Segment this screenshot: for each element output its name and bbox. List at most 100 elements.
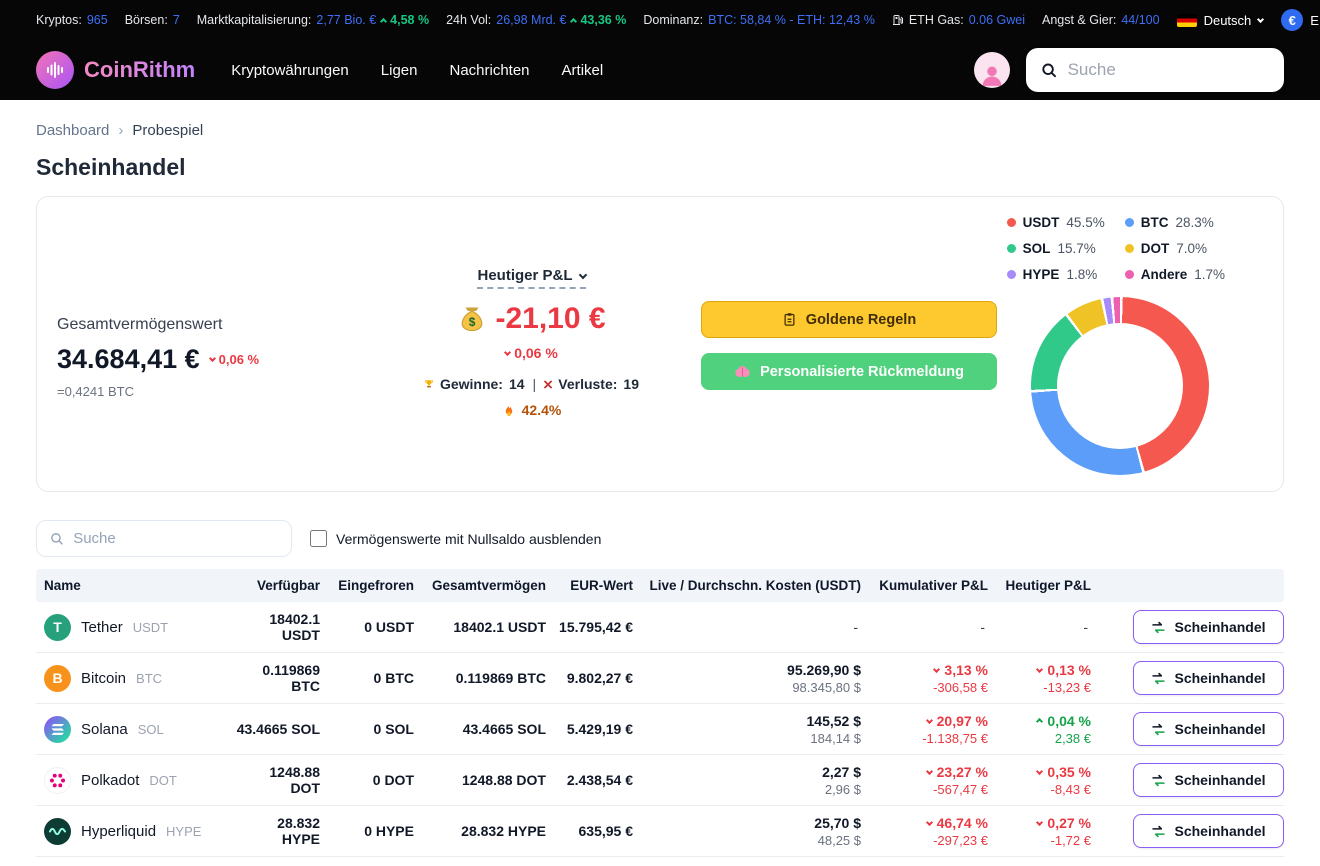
nav-links: Kryptowährungen Ligen Nachrichten Artike… <box>231 62 603 79</box>
losses-value: 19 <box>623 376 639 392</box>
column-header: Heutiger P&L <box>988 578 1091 593</box>
personalized-feedback-button[interactable]: Personalisierte Rückmeldung <box>701 353 997 390</box>
legend-item-sol[interactable]: SOL15.7% <box>1007 241 1096 256</box>
stat-eth-gas: ETH Gas: 0.06 Gwei <box>892 13 1025 27</box>
cumulative-pnl-value: -1.138,75 € <box>861 731 988 746</box>
scheinhandel-button[interactable]: Scheinhandel <box>1133 610 1284 644</box>
hide-zero-balance-checkbox[interactable] <box>310 530 327 547</box>
pnl-value: -21,10 € <box>495 302 605 336</box>
legend-label: HYPE <box>1023 267 1060 282</box>
trophy-icon <box>424 376 434 392</box>
stat-value-link[interactable]: 44/100 <box>1121 13 1159 27</box>
coinrithm-logo-icon <box>36 51 74 89</box>
stat-value-link[interactable]: 7 <box>173 13 180 27</box>
nav-link-ligen[interactable]: Ligen <box>381 62 418 79</box>
navbar-search-input[interactable] <box>1068 60 1270 80</box>
frozen-value: 0 USDT <box>320 619 414 635</box>
golden-rules-button[interactable]: Goldene Regeln <box>701 301 997 338</box>
stat-value-link[interactable]: BTC: 58,84 % - ETH: 12,43 % <box>708 13 875 27</box>
stat-label: Kryptos: <box>36 13 82 27</box>
asset-name: Bitcoin <box>81 670 126 687</box>
eur-value: 635,95 € <box>546 823 633 839</box>
cumulative-pnl-cell: 23,27 %-567,47 € <box>861 764 988 797</box>
asset-name-cell[interactable]: BBitcoinBTC <box>36 665 236 692</box>
language-selector[interactable]: Deutsch <box>1177 13 1264 28</box>
table-filter-row: Vermögenswerte mit Nullsaldo ausblenden <box>36 520 1284 557</box>
cumulative-pnl-percent: 3,13 % <box>861 662 988 678</box>
brand-home-link[interactable]: CoinRithm <box>36 51 195 89</box>
down-chevron-icon <box>504 349 511 356</box>
breadcrumb-current: Probespiel <box>132 122 203 139</box>
scheinhandel-button[interactable]: Scheinhandel <box>1133 763 1284 797</box>
search-icon <box>1040 60 1058 80</box>
legend-item-andere[interactable]: Andere1.7% <box>1125 267 1225 282</box>
legend-item-btc[interactable]: BTC28.3% <box>1125 215 1214 230</box>
chart-legend: USDT45.5% BTC28.3% SOL15.7% DOT7.0% HYPE1.8%… <box>1007 215 1225 282</box>
stat-value-link[interactable]: 965 <box>87 13 108 27</box>
stat-label: Dominanz: <box>643 13 703 27</box>
action-cell: Scheinhandel <box>1091 661 1284 695</box>
asset-name-cell[interactable]: SolanaSOL <box>36 716 236 743</box>
language-label: Deutsch <box>1204 13 1252 28</box>
scheinhandel-button[interactable]: Scheinhandel <box>1133 814 1284 848</box>
win-loss-record: Gewinne: 14 | Verluste: 19 <box>424 376 639 392</box>
assets-search[interactable] <box>36 520 292 557</box>
nav-link-nachrichten[interactable]: Nachrichten <box>449 62 529 79</box>
scheinhandel-button[interactable]: Scheinhandel <box>1133 661 1284 695</box>
eur-value: 5.429,19 € <box>546 721 633 737</box>
legend-value: 45.5% <box>1066 215 1104 230</box>
legend-color-dot <box>1125 244 1134 253</box>
down-chevron-icon <box>926 767 933 774</box>
cumulative-pnl-cell: - <box>861 619 988 635</box>
nav-link-artikel[interactable]: Artikel <box>562 62 604 79</box>
currency-selector[interactable]: € EUR <box>1281 9 1320 31</box>
win-rate-value: 42.4% <box>522 402 562 418</box>
svg-text:$: $ <box>469 315 476 329</box>
allocation-chart-block: USDT45.5% BTC28.3% SOL15.7% DOT7.0% HYPE1.8%… <box>1007 211 1263 477</box>
assets-search-input[interactable] <box>73 530 279 547</box>
user-avatar[interactable] <box>974 52 1010 88</box>
legend-item-usdt[interactable]: USDT45.5% <box>1007 215 1105 230</box>
stat-kryptos: Kryptos: 965 <box>36 13 108 27</box>
today-pnl-cell: - <box>988 619 1091 635</box>
legend-color-dot <box>1007 218 1016 227</box>
scheinhandel-button[interactable]: Scheinhandel <box>1133 712 1284 746</box>
clipboard-icon <box>782 312 797 327</box>
total-asset-value: 18402.1 USDT <box>414 619 546 635</box>
live-cost: 145,52 $ <box>633 713 861 729</box>
pnl-period-selector[interactable]: Heutiger P&L <box>477 267 585 289</box>
asset-name-cell[interactable]: PolkadotDOT <box>36 767 236 794</box>
nav-link-kryptowaehrungen[interactable]: Kryptowährungen <box>231 62 349 79</box>
navbar-search[interactable] <box>1026 48 1284 92</box>
today-pnl-empty: - <box>988 619 1091 635</box>
stat-value-link[interactable]: 0.06 Gwei <box>969 13 1025 27</box>
brand-name: CoinRithm <box>84 57 195 83</box>
total-asset-value: 0.119869 BTC <box>414 670 546 686</box>
legend-item-hype[interactable]: HYPE1.8% <box>1007 267 1098 282</box>
down-chevron-icon <box>933 665 940 672</box>
asset-name-cell[interactable]: TTetherUSDT <box>36 614 236 641</box>
available-value: 43.4665 SOL <box>236 721 320 737</box>
cumulative-pnl-value: -567,47 € <box>861 782 988 797</box>
available-value: 28.832 HYPE <box>236 815 320 847</box>
table-row: PolkadotDOT1248.88 DOT0 DOT1248.88 DOT2.… <box>36 755 1284 806</box>
stat-value-link[interactable]: 2,77 Bio. € <box>316 13 376 27</box>
breadcrumb-dashboard[interactable]: Dashboard <box>36 122 109 139</box>
stat-angst-gier: Angst & Gier: 44/100 <box>1042 13 1160 27</box>
legend-label: Andere <box>1141 267 1188 282</box>
asset-symbol: BTC <box>136 671 162 686</box>
hide-zero-balance-control: Vermögenswerte mit Nullsaldo ausblenden <box>310 530 601 547</box>
stat-value-link[interactable]: 26,98 Mrd. € <box>496 13 566 27</box>
legend-item-dot[interactable]: DOT7.0% <box>1125 241 1207 256</box>
live-cost: 2,27 $ <box>633 764 861 780</box>
wins-label: Gewinne: <box>440 376 503 392</box>
trade-icon <box>1151 773 1166 788</box>
euro-icon: € <box>1281 9 1303 31</box>
stat-dominanz: Dominanz: BTC: 58,84 % - ETH: 12,43 % <box>643 13 875 27</box>
available-value: 0.119869 BTC <box>236 662 320 694</box>
table-row: SolanaSOL43.4665 SOL0 SOL43.4665 SOL5.42… <box>36 704 1284 755</box>
breadcrumb-separator: › <box>118 122 123 139</box>
eur-value: 15.795,42 € <box>546 619 633 635</box>
scheinhandel-button-label: Scheinhandel <box>1174 670 1265 686</box>
asset-name-cell[interactable]: HyperliquidHYPE <box>36 818 236 845</box>
